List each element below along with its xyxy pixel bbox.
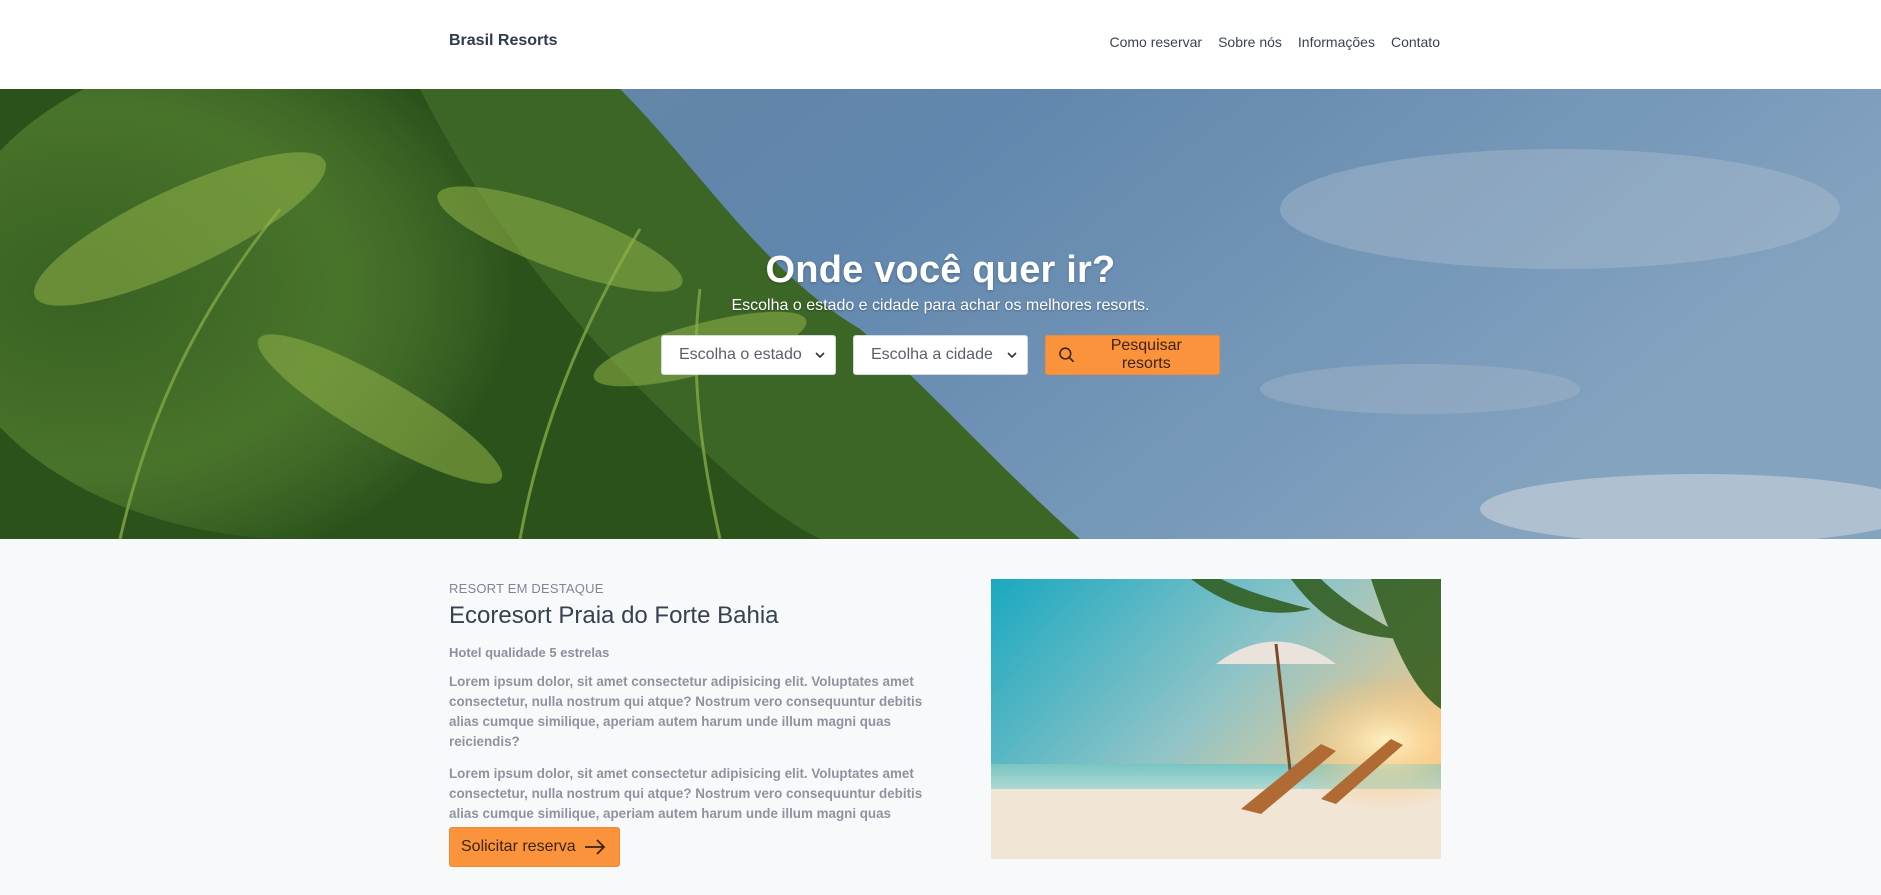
search-resorts-button[interactable]: Pesquisar resorts [1045, 335, 1220, 375]
search-form: Escolha o estado Escolha a cidade Pesqui… [0, 335, 1881, 375]
nav-link-sobre-nos[interactable]: Sobre nós [1218, 34, 1282, 50]
featured-text: RESORT EM DESTAQUE Ecoresort Praia do Fo… [449, 581, 954, 867]
request-reservation-button[interactable]: Solicitar reserva [449, 827, 620, 867]
city-select-value: Escolha a cidade [871, 346, 993, 363]
featured-resort-image [991, 579, 1441, 859]
brand-logo[interactable]: Brasil Resorts [449, 32, 558, 50]
featured-stars: Hotel qualidade 5 estrelas [449, 645, 610, 660]
search-resorts-label: Pesquisar resorts [1110, 337, 1182, 372]
chevron-down-icon [815, 352, 825, 359]
state-select-value: Escolha o estado [679, 346, 802, 363]
arrow-right-icon [584, 839, 605, 855]
chevron-down-icon [1007, 352, 1017, 359]
featured-paragraph: Lorem ipsum dolor, sit amet consectetur … [449, 674, 923, 749]
hero-content: Onde você quer ir? Escolha o estado e ci… [0, 249, 1881, 375]
hero-section: Onde você quer ir? Escolha o estado e ci… [0, 89, 1881, 539]
nav-link-como-reservar[interactable]: Como reservar [1109, 34, 1202, 50]
search-icon [1059, 347, 1075, 363]
nav-link-informacoes[interactable]: Informações [1298, 34, 1375, 50]
hero-subtitle: Escolha o estado e cidade para achar os … [731, 297, 1150, 314]
featured-title: Ecoresort Praia do Forte Bahia [449, 602, 779, 629]
nav-link-contato[interactable]: Contato [1391, 34, 1440, 50]
featured-eyebrow: RESORT EM DESTAQUE [449, 581, 604, 596]
request-reservation-label: Solicitar reserva [461, 838, 576, 855]
site-header: Brasil Resorts Como reservar Sobre nós I… [0, 0, 1881, 89]
featured-resort-section: RESORT EM DESTAQUE Ecoresort Praia do Fo… [0, 539, 1881, 895]
main-nav: Como reservar Sobre nós Informações Cont… [1109, 34, 1440, 50]
city-select[interactable]: Escolha a cidade [853, 335, 1028, 375]
state-select[interactable]: Escolha o estado [661, 335, 836, 375]
hero-title: Onde você quer ir? [765, 249, 1116, 291]
